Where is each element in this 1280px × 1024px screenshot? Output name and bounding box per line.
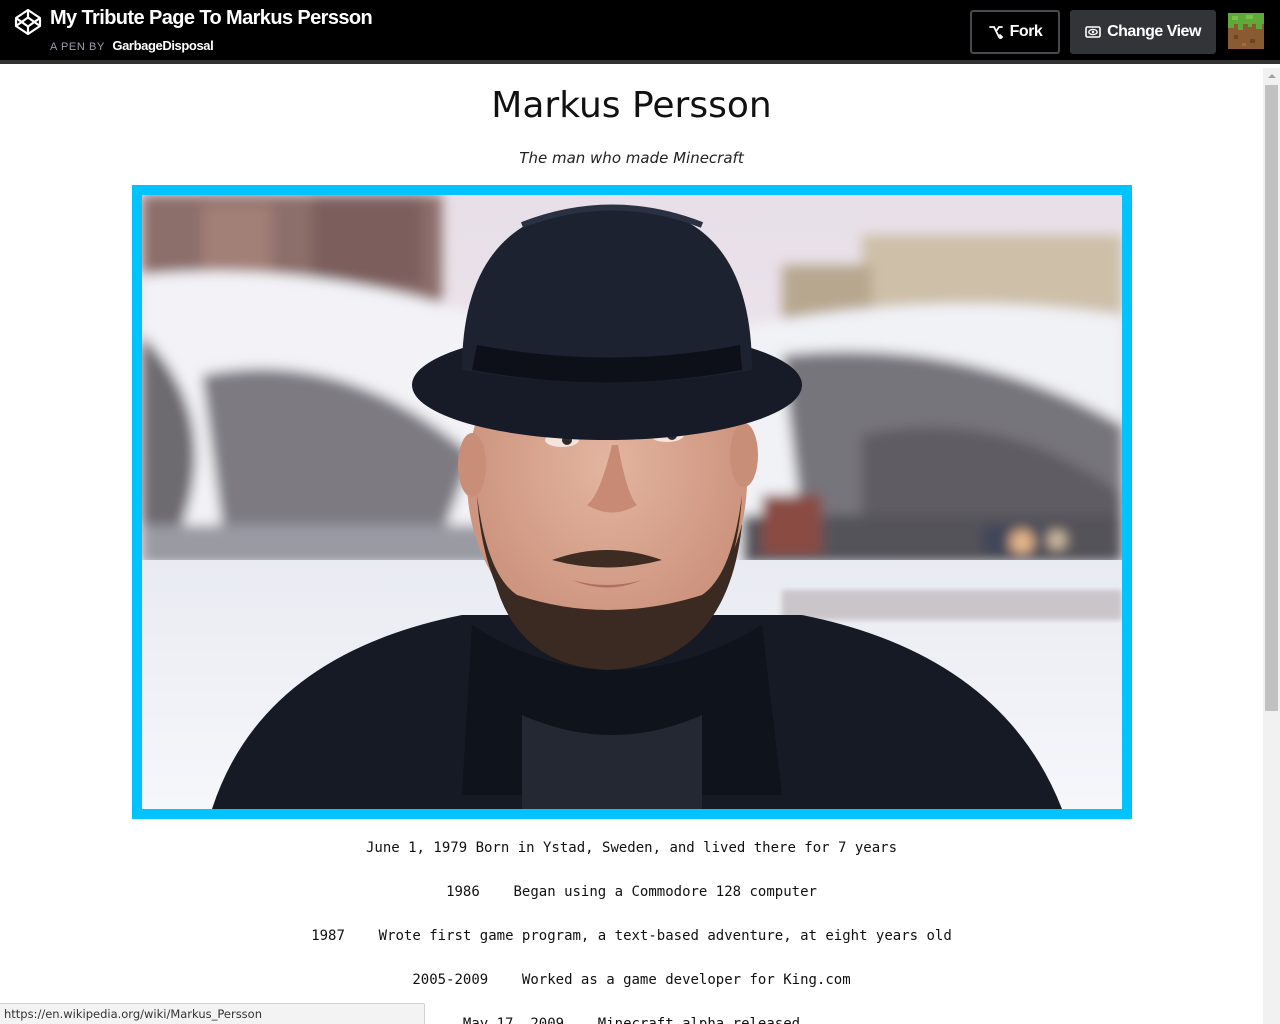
scrollbar-thumb[interactable] <box>1265 85 1278 711</box>
markus-persson-photo <box>132 185 1132 819</box>
byline-prefix: A PEN BY <box>50 41 105 53</box>
timeline-date: 1986 <box>446 884 480 900</box>
tribute-content: Markus Persson The man who made Minecraf… <box>0 68 1263 1024</box>
timeline-date: 2005-2009 <box>412 972 489 988</box>
scroll-up-arrow-icon[interactable] <box>1268 74 1276 78</box>
pen-title: My Tribute Page To Markus Persson <box>50 7 373 29</box>
fork-button-label: Fork <box>1009 23 1043 40</box>
page-title: Markus Persson <box>491 85 772 126</box>
fork-icon <box>988 26 1003 39</box>
author-link[interactable]: GarbageDisposal <box>112 38 213 53</box>
timeline-item: 1987 Wrote first game program, a text-ba… <box>0 928 1263 944</box>
timeline-item: June 1, 1979 Born in Ystad, Sweden, and … <box>0 840 1263 856</box>
user-avatar[interactable] <box>1228 13 1264 49</box>
timeline-date: June 1, 1979 <box>365 840 468 856</box>
vertical-scrollbar[interactable] <box>1263 68 1280 1024</box>
timeline-event: Worked as a game developer for King.com <box>521 972 851 988</box>
timeline-event: Minecraft alpha released <box>597 1016 801 1024</box>
eye-icon <box>1085 26 1101 38</box>
link-status-bar: https://en.wikipedia.org/wiki/Markus_Per… <box>0 1003 425 1024</box>
codepen-header: My Tribute Page To Markus Persson A PEN … <box>0 0 1280 64</box>
timeline-event: Born in Ystad, Sweden, and lived there f… <box>475 840 898 856</box>
codepen-logo-icon[interactable] <box>14 8 42 36</box>
timeline-event: Wrote first game program, a text-based a… <box>378 928 952 944</box>
change-view-button-label: Change View <box>1107 23 1201 40</box>
timeline-date: May 17, 2009 <box>462 1016 565 1024</box>
pen-byline: A PEN BY GarbageDisposal <box>50 37 214 55</box>
grass-block-avatar-icon <box>1228 13 1264 49</box>
change-view-button[interactable]: Change View <box>1070 10 1216 54</box>
tagline: The man who made Minecraft <box>519 149 744 167</box>
timeline-date: 1987 <box>311 928 345 944</box>
timeline-event: Began using a Commodore 128 computer <box>513 884 817 900</box>
timeline-item: 2005-2009 Worked as a game developer for… <box>0 972 1263 988</box>
fork-button[interactable]: Fork <box>970 10 1060 54</box>
timeline-item: 1986 Began using a Commodore 128 compute… <box>0 884 1263 900</box>
